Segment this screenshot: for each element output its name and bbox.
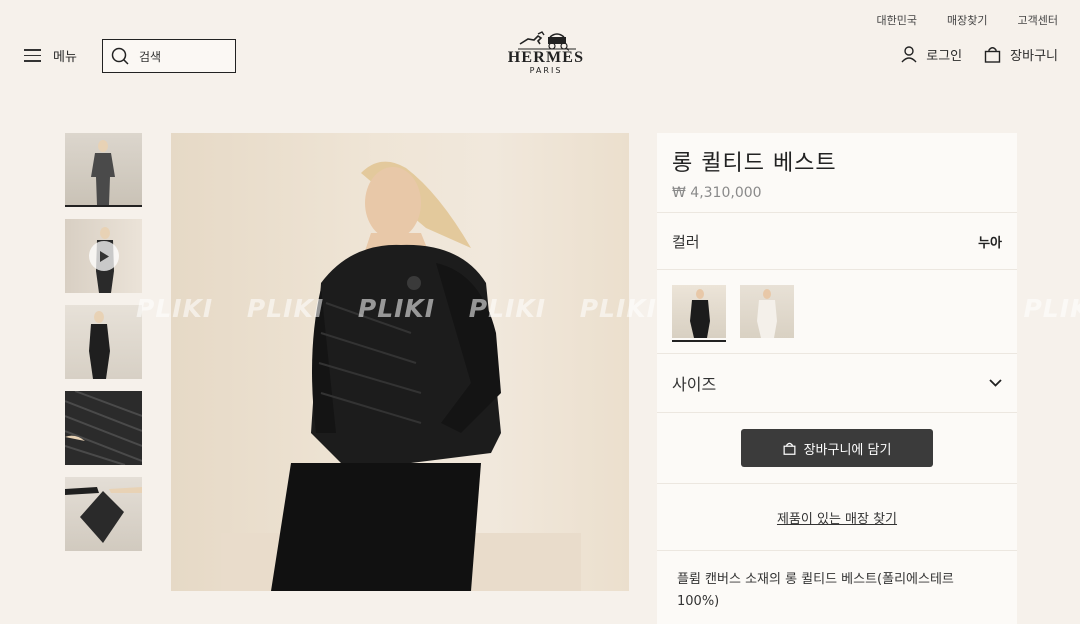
thumbnail-video[interactable]: [65, 219, 142, 293]
user-icon: [901, 46, 917, 63]
swatch-black[interactable]: [672, 285, 726, 342]
find-store-section: 제품이 있는 매장 찾기: [657, 484, 1017, 551]
add-to-cart-section: 장바구니에 담기: [657, 413, 1017, 484]
login-button[interactable]: 로그인: [901, 45, 962, 64]
login-label: 로그인: [926, 49, 963, 64]
swatch-white[interactable]: [740, 285, 794, 338]
logo-city-text: PARIS: [529, 66, 563, 75]
logo-brand-text: HERMÈS: [507, 49, 585, 66]
model-figure-image: [91, 140, 115, 205]
play-icon[interactable]: [89, 241, 119, 271]
pouch-image: [65, 487, 142, 543]
search-input[interactable]: [139, 49, 219, 63]
thumbnail-list: [65, 133, 142, 563]
model-figure-image: [89, 311, 110, 379]
product-description: 플륌 캔버스 소재의 롱 퀼티드 베스트(폴리에스테르 100%): [677, 572, 954, 609]
color-swatches: [657, 270, 1017, 354]
color-section: 컬러 누아: [657, 213, 1017, 270]
cart-label: 장바구니: [1010, 49, 1058, 64]
quilted-detail-image: [65, 391, 142, 465]
search-icon: [111, 47, 129, 65]
util-nav-store-finder[interactable]: 매장찾기: [947, 12, 987, 28]
add-to-cart-label: 장바구니에 담기: [803, 442, 892, 458]
cart-button[interactable]: 장바구니: [984, 45, 1058, 64]
util-nav-customer-service[interactable]: 고객센터: [1018, 12, 1058, 28]
chevron-down-icon: [989, 379, 1002, 387]
product-header: 롱 퀼티드 베스트 ₩ 4,310,000: [657, 133, 1017, 213]
find-store-link[interactable]: 제품이 있는 매장 찾기: [777, 508, 897, 527]
main-product-image[interactable]: [171, 133, 629, 591]
search-box[interactable]: [102, 39, 236, 73]
hermes-logo[interactable]: HERMÈS PARIS: [500, 30, 592, 76]
product-panel: 롱 퀼티드 베스트 ₩ 4,310,000 컬러 누아 사이즈 장바구니에 담기…: [657, 133, 1017, 624]
product-price: ₩ 4,310,000: [672, 185, 762, 201]
thumbnail-3[interactable]: [65, 305, 142, 379]
model-figure-image: [757, 289, 777, 338]
color-label: 컬러: [672, 232, 700, 251]
carriage-logo-icon: [518, 31, 576, 50]
account-actions: 로그인 장바구니: [901, 45, 1058, 64]
util-nav-country[interactable]: 대한민국: [877, 12, 917, 28]
thumbnail-4[interactable]: [65, 391, 142, 465]
thumbnail-1[interactable]: [65, 133, 142, 207]
shopping-bag-icon: [783, 442, 796, 455]
model-figure-image: [690, 289, 710, 338]
menu-button[interactable]: 메뉴: [24, 46, 77, 65]
thumbnail-5[interactable]: [65, 477, 142, 551]
size-label: 사이즈: [672, 375, 717, 394]
utility-nav: 대한민국 매장찾기 고객센터: [877, 12, 1058, 28]
size-selector[interactable]: 사이즈: [657, 354, 1017, 413]
hamburger-icon: [24, 49, 41, 62]
shopping-bag-icon: [984, 47, 1001, 63]
product-title: 롱 퀼티드 베스트: [672, 151, 837, 176]
model-vest-image: [221, 161, 581, 591]
menu-label: 메뉴: [53, 50, 77, 65]
add-to-cart-button[interactable]: 장바구니에 담기: [741, 429, 933, 467]
color-value: 누아: [978, 235, 1002, 251]
